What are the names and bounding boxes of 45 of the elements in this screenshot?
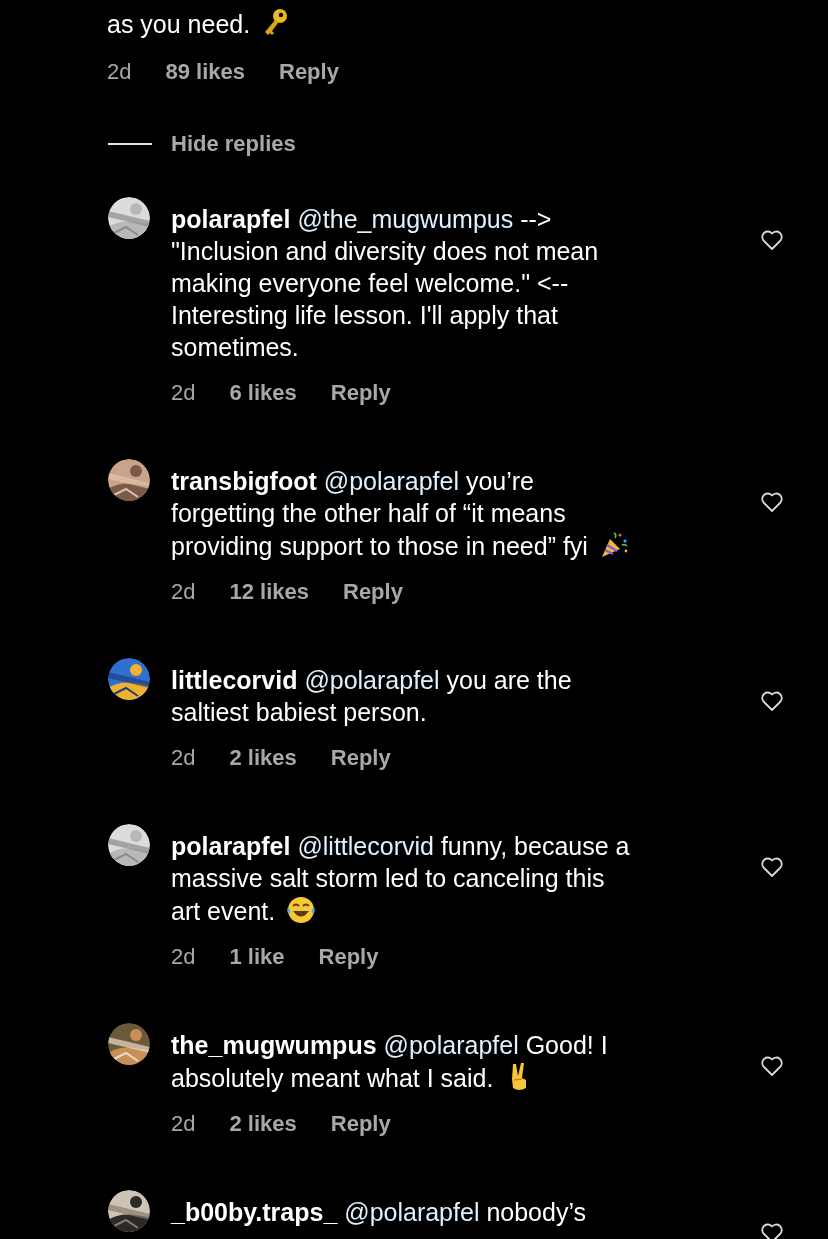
likes-link[interactable]: 6 likes	[229, 379, 297, 407]
mention-link[interactable]: @the_mugwumpus	[297, 205, 514, 233]
likes-link[interactable]: 89 likes	[165, 58, 245, 86]
heart-icon[interactable]	[760, 1055, 784, 1077]
likes-link[interactable]: 2 likes	[229, 1110, 297, 1138]
comment-text: as you need.	[107, 7, 828, 40]
timestamp: 2d	[107, 58, 132, 86]
comment-text: transbigfoot @polarapfel you’re forgetting the other half of “it means providing support to those in need” fyi	[171, 465, 751, 562]
likes-link[interactable]: 2 likes	[229, 744, 297, 772]
comment-text: littlecorvid @polarapfel you are the saltiest babiest person.	[171, 665, 573, 728]
timestamp: 2d	[171, 744, 196, 772]
heart-icon[interactable]	[760, 690, 784, 712]
reply-button[interactable]: Reply	[343, 578, 403, 606]
heart-icon[interactable]	[760, 229, 784, 251]
timestamp: 2d	[171, 379, 196, 407]
mention-link[interactable]: @polarapfel	[383, 1031, 519, 1059]
mention-link[interactable]: @polarapfel	[304, 666, 440, 694]
reply-button[interactable]: Reply	[330, 379, 391, 407]
comment-text: the_mugwumpus @polarapfel Good! I absolutely meant what I said.	[171, 1030, 609, 1094]
timestamp: 2d	[171, 578, 196, 606]
likes-link[interactable]: 12 likes	[229, 578, 309, 606]
laughing-emoji-icon	[285, 894, 318, 926]
heart-icon[interactable]	[760, 1222, 784, 1239]
heart-icon[interactable]	[760, 856, 784, 878]
username-link[interactable]: littlecorvid	[171, 666, 298, 694]
username-link[interactable]: polarapfel	[171, 832, 291, 860]
hide-replies-button[interactable]: Hide replies	[171, 130, 296, 158]
reply-button[interactable]: Reply	[330, 744, 391, 772]
comment-text: polarapfel @the_mugwumpus --> "Inclusion and diversity does not mean making everyone feel welcome." <-- Interesting life lesson. I'll apply that sometimes.	[171, 204, 600, 363]
mention-link[interactable]: @polarapfel	[344, 1198, 480, 1226]
username-link[interactable]: the_mugwumpus	[171, 1031, 377, 1059]
comment-text: _b00by.traps_ @polarapfel nobody’s	[171, 1197, 587, 1228]
reply-button[interactable]: Reply	[330, 1110, 391, 1138]
timestamp: 2d	[171, 943, 196, 971]
comment-text: polarapfel @littlecorvid funny, because a massive salt storm led to canceling this art event.	[171, 831, 631, 927]
username-link[interactable]: transbigfoot	[171, 467, 317, 495]
mention-link[interactable]: @polarapfel	[323, 467, 459, 495]
mention-link[interactable]: @littlecorvid	[297, 832, 434, 860]
reply-button[interactable]: Reply	[318, 943, 379, 971]
timestamp: 2d	[171, 1110, 196, 1138]
likes-link[interactable]: 1 like	[229, 943, 285, 971]
username-link[interactable]: polarapfel	[171, 205, 291, 233]
heart-icon[interactable]	[760, 491, 784, 513]
reply-button[interactable]: Reply	[279, 58, 339, 86]
username-link[interactable]: _b00by.traps_	[171, 1198, 338, 1226]
